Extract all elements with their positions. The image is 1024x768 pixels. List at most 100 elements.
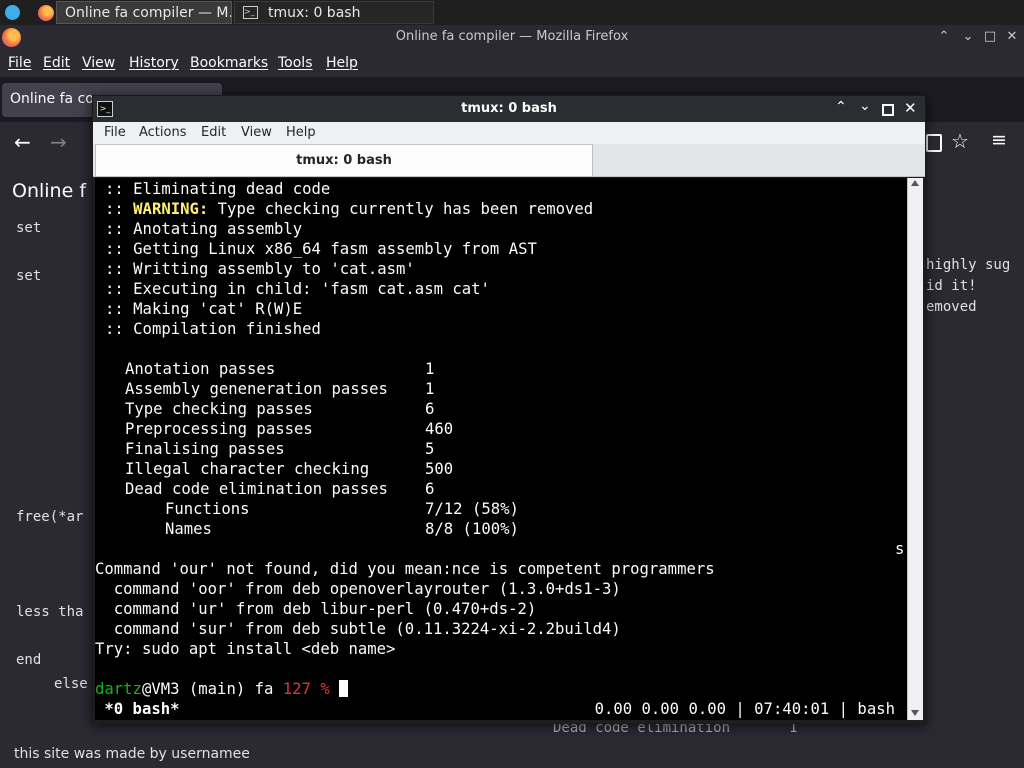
stat-label: Dead code elimination passes <box>125 480 388 498</box>
taskbar: Online fa compiler — M... >_ tmux: 0 bas… <box>0 0 1024 26</box>
stat-value: 6 <box>425 400 435 418</box>
code-line: less tha <box>16 604 84 620</box>
konsole-menu-view[interactable]: View <box>241 125 272 140</box>
menu-help[interactable]: Help <box>326 55 358 71</box>
terminal-line: :: Executing in child: 'fasm cat.asm cat… <box>105 280 490 298</box>
menu-edit[interactable]: Edit <box>43 55 70 71</box>
terminal-line: :: Making 'cat' R(W)E <box>105 300 303 318</box>
terminal-icon: >_ <box>243 6 258 19</box>
prompt-exit-code: 127 % <box>282 680 340 698</box>
stat-label: Assembly geneneration passes <box>125 380 388 398</box>
terminal-line: :: Anotating assembly <box>105 220 303 238</box>
right-text: highly sug <box>926 257 1011 273</box>
hamburger-menu-icon[interactable]: ≡ <box>991 129 1007 151</box>
firefox-close-icon[interactable]: ✕ <box>1002 29 1022 44</box>
terminal-stray-char: s <box>895 540 905 558</box>
terminal-line: :: Eliminating dead code <box>105 180 331 198</box>
menu-tools[interactable]: Tools <box>278 55 313 71</box>
page-heading: Online f <box>12 180 87 202</box>
terminal-warning-line: :: WARNING: Type checking currently has … <box>105 199 593 219</box>
konsole-menu-file[interactable]: File <box>104 125 126 140</box>
stat-label: Type checking passes <box>125 400 313 418</box>
stat-label: Anotation passes <box>125 360 276 378</box>
konsole-close-icon[interactable]: ✕ <box>904 99 917 117</box>
firefox-maximize-icon[interactable]: □ <box>980 29 1000 44</box>
code-line: set <box>16 268 42 284</box>
warning-prefix: :: <box>105 200 134 218</box>
terminal-scrollbar[interactable] <box>907 178 923 720</box>
firefox-minimize-icon[interactable]: ⌃ <box>934 29 954 44</box>
stat-value: 6 <box>425 480 435 498</box>
code-line: end <box>16 652 42 668</box>
code-line: else <box>54 676 88 692</box>
stat-label: Finalising passes <box>125 440 285 458</box>
firefox-tab-title: Online fa co <box>10 91 94 107</box>
scroll-down-icon[interactable] <box>911 710 919 716</box>
terminal-line: command 'ur' from deb libur-perl (0.470+… <box>95 600 537 618</box>
footer-note: this site was made by usernamee <box>14 746 250 762</box>
konsole-window-title: tmux: 0 bash <box>461 101 557 116</box>
menu-view[interactable]: View <box>82 55 115 71</box>
konsole-minimize-icon[interactable]: ⌄ <box>859 98 871 114</box>
right-text: emoved <box>926 299 977 315</box>
forward-arrow-icon[interactable]: → <box>50 130 67 154</box>
terminal-cursor <box>339 680 349 697</box>
menu-history[interactable]: History <box>129 55 179 71</box>
firefox-minimize2-icon[interactable]: ⌄ <box>958 29 978 44</box>
stat-value: 500 <box>425 460 454 478</box>
warning-label: WARNING: <box>133 200 209 218</box>
code-line: set <box>16 220 42 236</box>
task-firefox[interactable]: Online fa compiler — M... <box>56 1 232 24</box>
launcher-icon[interactable] <box>5 5 20 20</box>
firefox-window-title: Online fa compiler — Mozilla Firefox <box>395 29 629 44</box>
terminal-line: :: Writting assembly to 'cat.asm' <box>105 260 415 278</box>
konsole-menu-edit[interactable]: Edit <box>201 125 226 140</box>
task-konsole-label: tmux: 0 bash <box>268 4 361 21</box>
tmux-status-right: 0.00 0.00 0.00 | 07:40:01 | bash <box>594 700 895 718</box>
stat-value: 1 <box>425 360 435 378</box>
code-line: free(*ar <box>16 509 84 525</box>
substat-label: Functions <box>165 500 250 518</box>
konsole-menu-actions[interactable]: Actions <box>139 125 187 140</box>
shell-prompt: dartz@VM3 (main) fa 127 % <box>95 679 349 699</box>
firefox-menubar: File Edit View History Bookmarks Tools H… <box>0 51 1024 77</box>
stat-label: Illegal character checking <box>125 460 370 478</box>
stat-label: Preprocessing passes <box>125 420 313 438</box>
terminal-line: command 'sur' from deb subtle (0.11.3224… <box>95 620 621 638</box>
terminal-line: :: Compilation finished <box>105 320 321 338</box>
substat-value: 8/8 (100%) <box>425 520 519 538</box>
stat-value: 1 <box>425 380 435 398</box>
task-konsole[interactable]: >_ tmux: 0 bash <box>234 1 434 24</box>
terminal-area[interactable]: :: Eliminating dead code :: WARNING: Typ… <box>95 178 907 720</box>
task-firefox-label: Online fa compiler — M... <box>65 4 232 21</box>
menu-bookmarks[interactable]: Bookmarks <box>190 55 268 71</box>
warning-text: Type checking currently has been removed <box>208 200 594 218</box>
right-text: id it! <box>926 278 977 294</box>
konsole-maximize-icon[interactable] <box>882 104 894 116</box>
terminal-line: :: Getting Linux x86_64 fasm assembly fr… <box>105 240 537 258</box>
firefox-titlebar[interactable]: Online fa compiler — Mozilla Firefox ⌃ ⌄… <box>0 25 1024 51</box>
konsole-menubar: File Actions Edit View Help <box>93 122 925 144</box>
back-arrow-icon[interactable]: ← <box>14 130 31 154</box>
konsole-tab-active[interactable]: tmux: 0 bash <box>95 144 593 176</box>
stat-value: 460 <box>425 420 454 438</box>
konsole-shade-icon[interactable]: ⌃ <box>835 99 847 115</box>
terminal-line: command 'oor' from deb openoverlayrouter… <box>95 580 621 598</box>
tmux-status-window[interactable]: *0 bash* <box>95 699 179 719</box>
reader-view-icon[interactable] <box>926 134 942 152</box>
scroll-up-icon[interactable] <box>911 180 919 186</box>
terminal-line: Command 'our' not found, did you mean:nc… <box>95 560 715 578</box>
substat-value: 7/12 (58%) <box>425 500 519 518</box>
firefox-icon <box>38 5 54 21</box>
stat-value: 5 <box>425 440 435 458</box>
konsole-tab-label: tmux: 0 bash <box>296 153 392 168</box>
prompt-host: @VM3 (main) fa <box>141 680 283 698</box>
bookmark-star-icon[interactable]: ☆ <box>951 129 969 153</box>
prompt-user: dartz <box>95 680 142 698</box>
konsole-titlebar[interactable]: >_ tmux: 0 bash ⌃ ⌄ ✕ <box>93 96 925 122</box>
substat-label: Names <box>165 520 212 538</box>
konsole-window: >_ tmux: 0 bash ⌃ ⌄ ✕ File Actions Edit … <box>92 95 926 724</box>
konsole-menu-help[interactable]: Help <box>286 125 316 140</box>
menu-file[interactable]: File <box>8 55 31 71</box>
terminal-line: Try: sudo apt install <deb name> <box>95 640 396 658</box>
